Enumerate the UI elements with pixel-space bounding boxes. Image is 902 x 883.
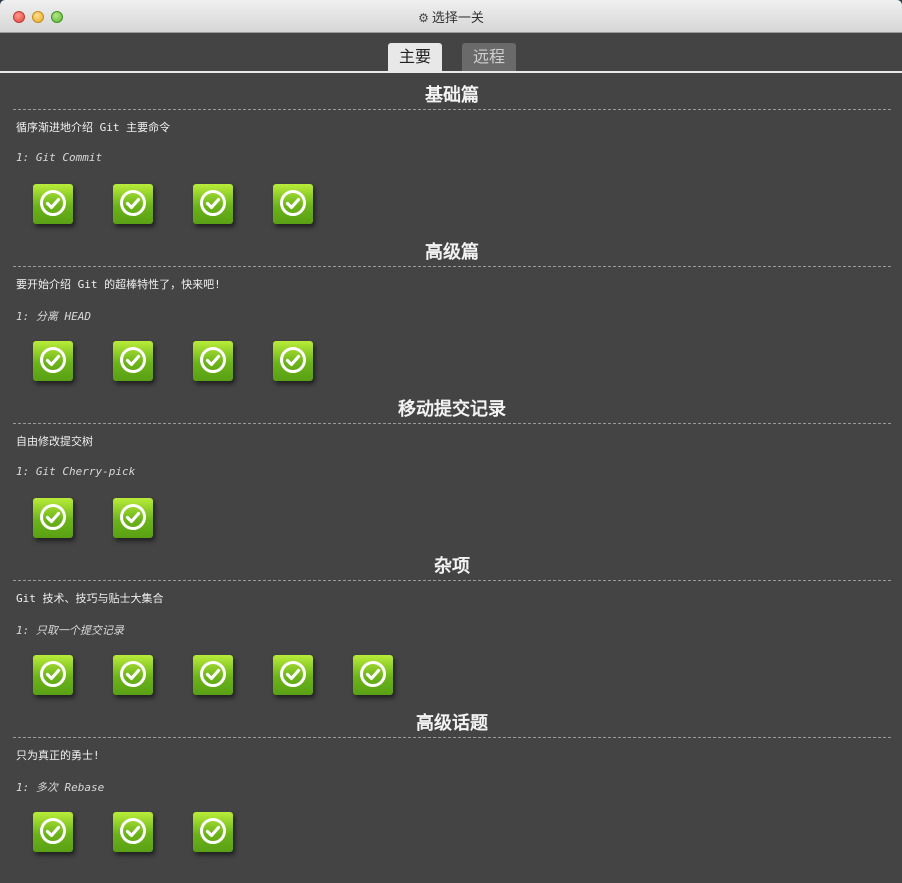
level-button[interactable]	[193, 812, 233, 852]
window-title-container: ⚙ 选择一关	[0, 0, 902, 33]
level-button[interactable]	[113, 184, 153, 224]
level-button[interactable]	[273, 184, 313, 224]
section-title: 高级篇	[13, 240, 891, 267]
level-button[interactable]	[193, 184, 233, 224]
window-title: 选择一关	[431, 11, 484, 26]
level-button[interactable]	[113, 341, 153, 381]
section-title: 杂项	[13, 554, 891, 581]
checkmark-icon	[119, 660, 147, 688]
section-description: 只为真正的勇士!	[16, 749, 100, 762]
section-description: 要开始介绍 Git 的超棒特性了，快来吧!	[16, 278, 221, 291]
section-first-level-name: 1: 多次 Rebase	[16, 781, 105, 794]
section-first-level-name: 1: 分离 HEAD	[16, 310, 91, 323]
checkmark-icon	[279, 189, 307, 217]
checkmark-icon	[119, 503, 147, 531]
section-title: 高级话题	[13, 711, 891, 738]
checkmark-icon	[39, 817, 67, 845]
checkmark-icon	[119, 189, 147, 217]
checkmark-icon	[199, 817, 227, 845]
section-first-level-name: 1: Git Cherry-pick	[16, 465, 136, 478]
level-button[interactable]	[113, 812, 153, 852]
checkmark-icon	[359, 660, 387, 688]
level-button[interactable]	[353, 655, 393, 695]
section-description: 循序渐进地介绍 Git 主要命令	[16, 121, 171, 134]
level-button[interactable]	[33, 498, 73, 538]
checkmark-icon	[199, 189, 227, 217]
section-title: 基础篇	[13, 83, 891, 110]
gear-icon: ⚙	[418, 11, 429, 25]
level-list: 基础篇 循序渐进地介绍 Git 主要命令 1: Git Commit 高级篇 要…	[3, 73, 899, 881]
section-title: 移动提交记录	[13, 397, 891, 424]
level-button[interactable]	[113, 655, 153, 695]
section-description: 自由修改提交树	[16, 435, 93, 448]
checkmark-icon	[199, 346, 227, 374]
tab-remote[interactable]: 远程	[462, 43, 516, 71]
checkmark-icon	[39, 189, 67, 217]
level-button[interactable]	[33, 812, 73, 852]
tab-main[interactable]: 主要	[388, 43, 442, 71]
level-button[interactable]	[113, 498, 153, 538]
section-first-level-name: 1: Git Commit	[16, 151, 103, 164]
checkmark-icon	[279, 346, 307, 374]
checkmark-icon	[39, 503, 67, 531]
checkmark-icon	[39, 346, 67, 374]
level-button[interactable]	[33, 341, 73, 381]
level-button[interactable]	[33, 184, 73, 224]
checkmark-icon	[119, 346, 147, 374]
checkmark-icon	[199, 660, 227, 688]
checkmark-icon	[39, 660, 67, 688]
section-description: Git 技术、技巧与贴士大集合	[16, 592, 164, 605]
tab-bar: 主要 远程	[0, 33, 902, 73]
level-button[interactable]	[193, 655, 233, 695]
checkmark-icon	[279, 660, 307, 688]
section-first-level-name: 1: 只取一个提交记录	[16, 624, 124, 637]
level-button[interactable]	[193, 341, 233, 381]
level-button[interactable]	[273, 341, 313, 381]
level-button[interactable]	[273, 655, 313, 695]
app-window: ⚙ 选择一关 主要 远程 基础篇 循序渐进地介绍 Git 主要命令 1: Git …	[0, 0, 902, 883]
checkmark-icon	[119, 817, 147, 845]
level-button[interactable]	[33, 655, 73, 695]
title-bar: ⚙ 选择一关	[0, 0, 902, 33]
